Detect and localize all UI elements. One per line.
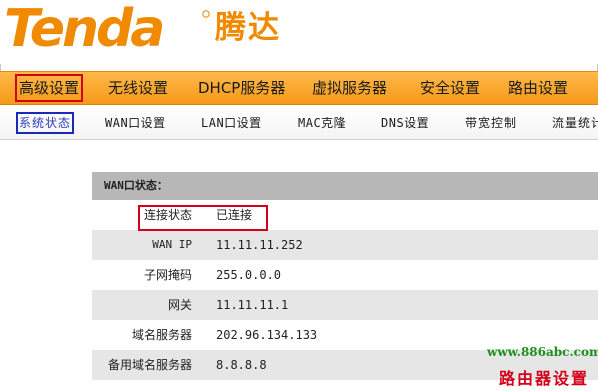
connection-status-highlight — [138, 205, 268, 231]
brand-cn: 腾达 — [215, 10, 281, 46]
status-row: 子网掩码 255.0.0.0 — [92, 260, 598, 290]
row-label: 备用域名服务器 — [107, 358, 192, 372]
header: Tenda 腾达 — [0, 0, 598, 64]
sub-nav-dns[interactable]: DNS设置 — [381, 114, 429, 132]
main-nav-routing[interactable]: 路由设置 — [508, 76, 568, 100]
sub-nav-system-status[interactable]: 系统状态 — [15, 112, 75, 134]
sub-nav-bandwidth[interactable]: 带宽控制 — [465, 114, 517, 132]
row-value: 8.8.8.8 — [216, 358, 267, 372]
row-value: 255.0.0.0 — [216, 268, 282, 282]
registered-icon — [202, 10, 210, 18]
main-nav: 高级设置 无线设置 DHCP服务器 虚拟服务器 安全设置 路由设置 — [0, 71, 598, 105]
row-value: 11.11.11.252 — [216, 238, 303, 252]
logo-text: Tenda — [4, 0, 162, 59]
row-label: 网关 — [167, 298, 192, 312]
main-nav-dhcp[interactable]: DHCP服务器 — [198, 76, 285, 100]
main-nav-virtual-server[interactable]: 虚拟服务器 — [312, 76, 387, 100]
main-nav-advanced[interactable]: 高级设置 — [14, 74, 84, 102]
sub-nav-wan[interactable]: WAN口设置 — [105, 114, 166, 132]
main-nav-security[interactable]: 安全设置 — [420, 76, 480, 100]
sub-nav-lan[interactable]: LAN口设置 — [201, 114, 262, 132]
status-row: 网关 11.11.11.1 — [92, 290, 598, 320]
row-label: 子网掩码 — [143, 268, 192, 282]
sub-nav-traffic[interactable]: 流量统计 — [552, 114, 598, 132]
row-value: 11.11.11.1 — [216, 298, 289, 312]
sub-nav: 系统状态 WAN口设置 LAN口设置 MAC克隆 DNS设置 带宽控制 流量统计 — [0, 105, 598, 140]
row-label: WAN IP — [152, 238, 192, 251]
row-value: 202.96.134.133 — [216, 328, 318, 342]
tenda-logo: Tenda — [4, 0, 210, 59]
watermark-url: www.886abc.com — [487, 345, 598, 359]
main-nav-wireless[interactable]: 无线设置 — [108, 76, 168, 100]
status-row: WAN IP 11.11.11.252 — [92, 230, 598, 260]
watermark: www.886abc.com 路由器设置 — [487, 345, 598, 391]
panel-title: WAN口状态： — [92, 172, 598, 200]
watermark-text: 路由器设置 — [499, 369, 590, 388]
sub-nav-mac-clone[interactable]: MAC克隆 — [298, 114, 346, 132]
row-label: 域名服务器 — [131, 328, 192, 342]
